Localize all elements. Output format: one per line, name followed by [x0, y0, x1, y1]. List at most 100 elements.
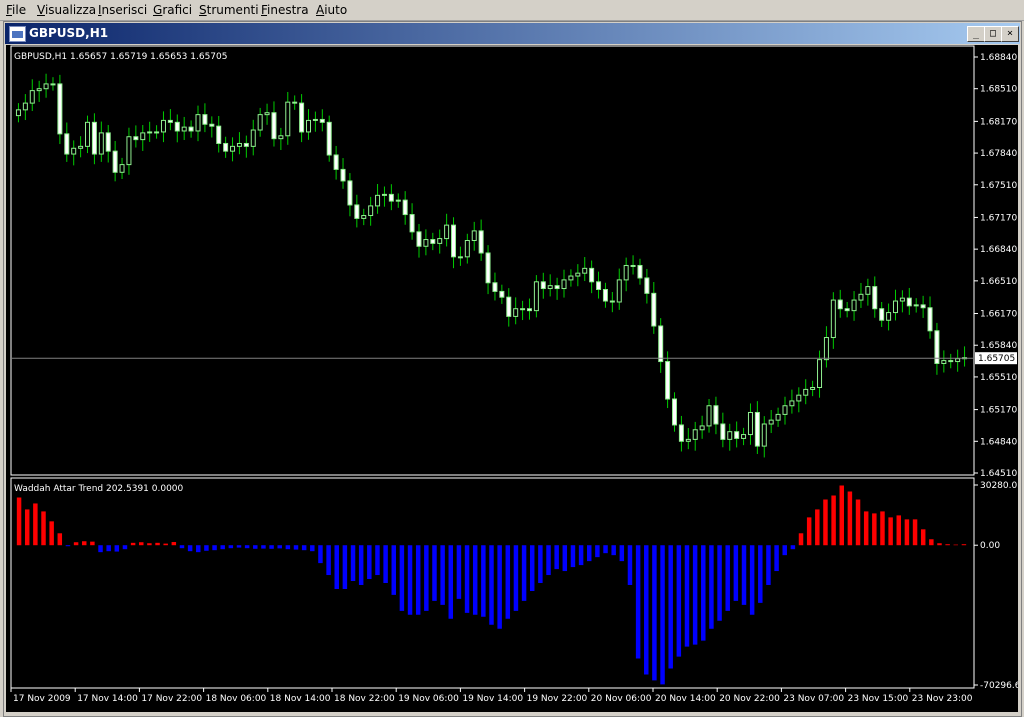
candle-body — [257, 114, 263, 131]
indicator-legend: Waddah Attar Trend 202.5391 0.0000 — [14, 484, 184, 494]
candle-body — [851, 299, 857, 312]
price-axis: 1.68840 1.68510 1.68170 1.67840 1.67510 1.671… — [11, 53, 1017, 479]
price-tick-label: 1.66170 — [980, 310, 1017, 320]
candle-body — [223, 142, 229, 152]
time-tick-label: 23 Nov 15:00 — [848, 694, 909, 704]
time-axis: 17 Nov 2009 17 Nov 14:00 17 Nov 22:00 18 No… — [10, 688, 973, 704]
candle-body — [837, 299, 843, 310]
candle-body — [416, 231, 422, 247]
candle-body — [195, 114, 201, 132]
candle-body — [568, 275, 574, 281]
candle-body — [844, 308, 850, 312]
close-button[interactable]: × — [1001, 26, 1019, 42]
candle-body — [803, 388, 809, 396]
candle-body — [768, 419, 774, 425]
indicator-histogram — [16, 485, 967, 685]
candle-body — [817, 359, 823, 388]
candle-body — [264, 112, 270, 116]
time-tick-label: 23 Nov 23:00 — [912, 694, 973, 704]
candle-body — [609, 300, 615, 303]
price-tick-label: 1.68840 — [980, 53, 1017, 63]
price-panel-border — [10, 45, 975, 476]
time-tick-label: 18 Nov 14:00 — [270, 694, 331, 704]
candle-body — [50, 83, 56, 86]
candle-body — [754, 411, 760, 447]
candle-body — [305, 119, 311, 133]
candle-body — [230, 145, 236, 152]
candle-body — [485, 252, 491, 284]
time-tick-label: 19 Nov 06:00 — [398, 694, 459, 704]
chart-canvas[interactable]: 1.68840 1.68510 1.68170 1.67840 1.67510 1.671… — [6, 45, 1023, 712]
candle-body — [133, 136, 139, 141]
menu-strumenti[interactable]: Strumenti — [199, 3, 259, 17]
price-tick-label: 1.65170 — [980, 406, 1017, 416]
candle-body — [278, 135, 284, 140]
price-tick-label: 1.66840 — [980, 245, 1017, 255]
candle-body — [457, 256, 463, 259]
candle-body — [181, 126, 187, 132]
candle-body — [526, 308, 532, 312]
candle-body — [375, 194, 381, 207]
price-tick-label: 1.67840 — [980, 149, 1017, 159]
candle-body — [872, 286, 878, 310]
maximize-button[interactable]: □ — [984, 26, 1002, 42]
candle-body — [699, 425, 705, 431]
candle-body — [312, 118, 318, 121]
menu-grafici[interactable]: Grafici — [153, 3, 192, 17]
menu-bar: File Visualizza Inserisci Grafici Strume… — [0, 0, 1024, 21]
candle-body — [906, 297, 912, 307]
candle-body — [823, 337, 829, 361]
menu-visualizza[interactable]: Visualizza — [37, 3, 96, 17]
candle-body — [886, 312, 892, 321]
candle-body — [927, 307, 933, 332]
candle-body — [160, 119, 166, 133]
candle-body — [602, 288, 608, 302]
price-tick-label: 1.68170 — [980, 117, 1017, 127]
window-titlebar[interactable]: GBPUSD,H1 _ □ × — [5, 23, 1020, 44]
candle-body — [319, 118, 325, 123]
candle-body — [154, 131, 160, 134]
candle-body — [637, 264, 643, 279]
price-tick-label: 1.68510 — [980, 85, 1017, 95]
candle-body — [533, 281, 539, 312]
candle-body — [685, 438, 691, 442]
price-legend: GBPUSD,H1 1.65657 1.65719 1.65653 1.6570… — [14, 52, 227, 62]
price-tick-label: 1.64510 — [980, 469, 1017, 479]
chart-window-icon — [9, 26, 26, 42]
time-tick-label: 19 Nov 14:00 — [462, 694, 523, 704]
candle-body — [678, 424, 684, 442]
candle-body — [506, 296, 512, 317]
candle-body — [388, 193, 394, 202]
current-price-label: 1.65705 — [978, 354, 1015, 364]
menu-aiuto[interactable]: Aiuto — [316, 3, 347, 17]
menu-finestra[interactable]: Finestra — [261, 3, 309, 17]
candle-body — [554, 285, 560, 290]
indicator-tick-label: -70296.6 — [980, 681, 1018, 691]
price-tick-label: 1.65840 — [980, 341, 1017, 351]
candle-body — [761, 423, 767, 447]
candle-body — [368, 205, 374, 217]
candle-body — [775, 413, 781, 421]
time-tick-label: 19 Nov 22:00 — [527, 694, 588, 704]
candle-body — [830, 299, 836, 339]
candle-body — [879, 308, 885, 321]
candle-body — [941, 360, 947, 364]
candle-body — [520, 308, 526, 311]
minimize-button[interactable]: _ — [967, 26, 985, 42]
menu-inserisci[interactable]: Inserisci — [98, 3, 147, 17]
candle-body — [43, 83, 49, 90]
candle-body — [22, 102, 28, 111]
candle-body — [899, 297, 905, 302]
menu-file[interactable]: File — [6, 3, 26, 17]
candle-body — [188, 126, 194, 132]
candle-body — [347, 180, 353, 206]
candle-body — [78, 145, 84, 149]
candle-body — [665, 361, 671, 400]
candle-body — [444, 224, 450, 240]
candle-body — [167, 119, 173, 123]
candle-body — [865, 286, 871, 295]
time-tick-label: 20 Nov 14:00 — [655, 694, 716, 704]
candle-body — [98, 132, 104, 155]
candle-body — [292, 101, 298, 104]
candlesticks — [15, 73, 968, 458]
